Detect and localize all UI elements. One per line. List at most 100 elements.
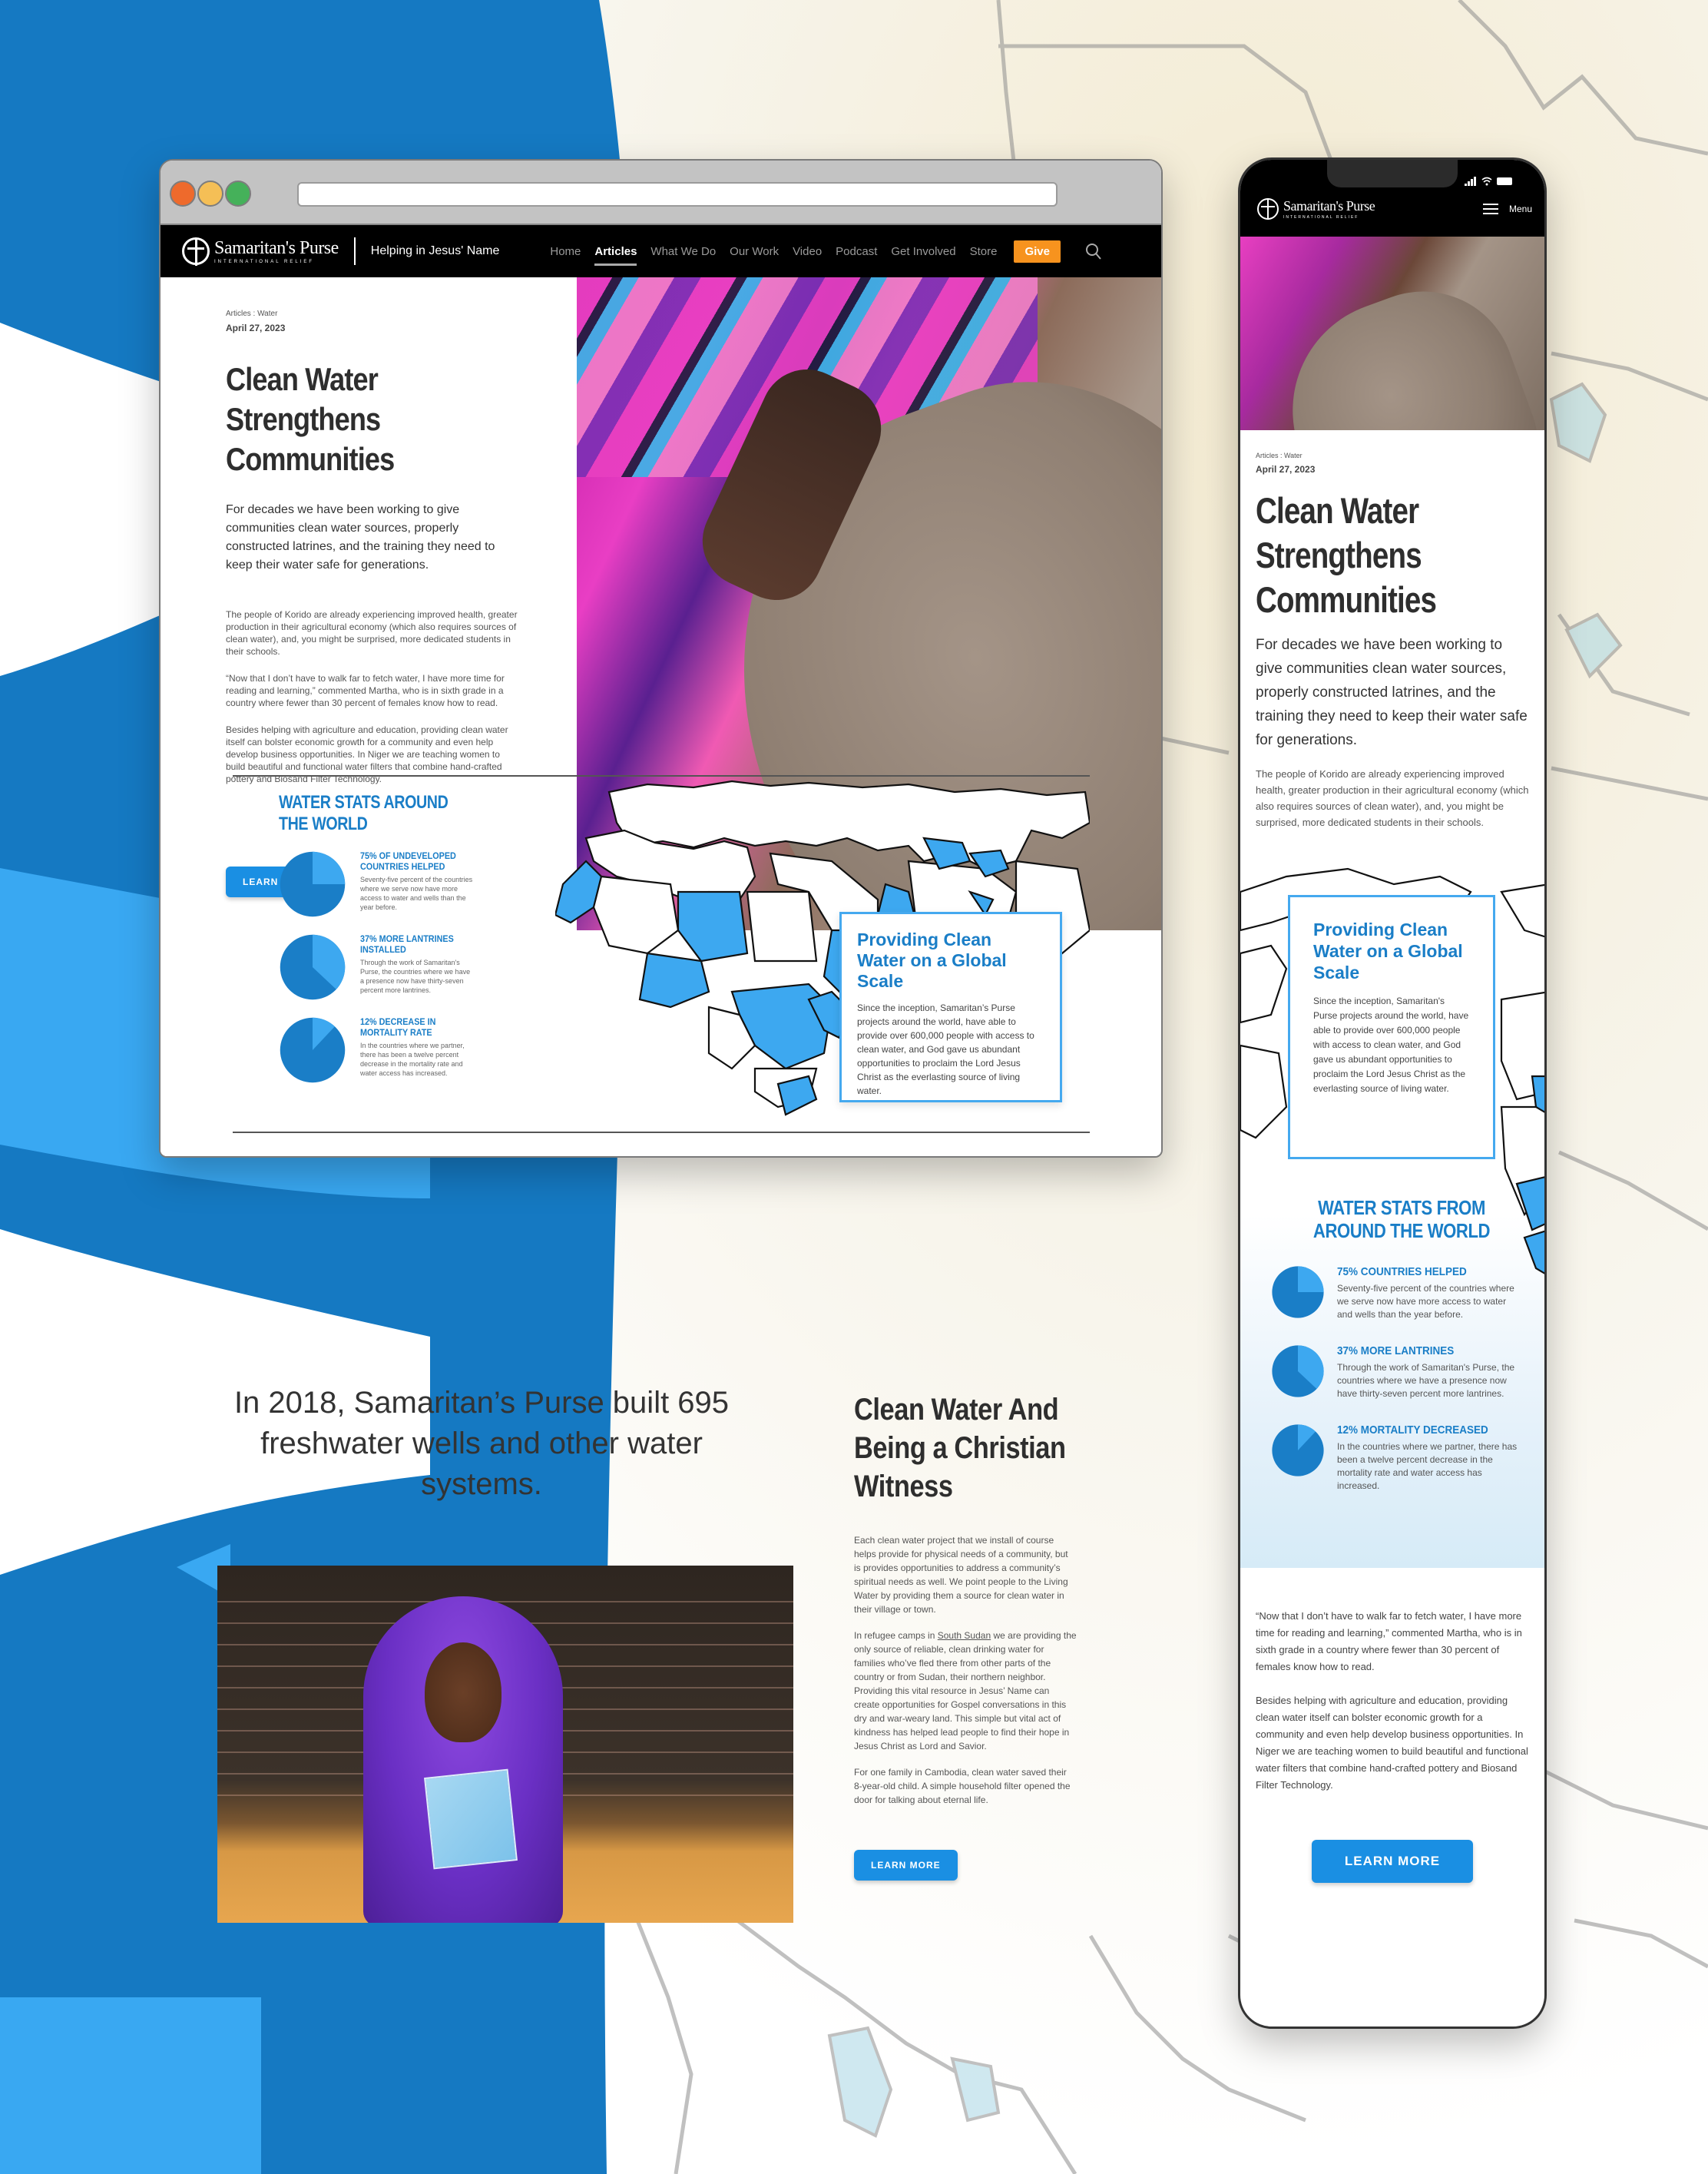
brand-subtitle: INTERNATIONAL RELIEF	[214, 259, 315, 264]
learn-more-button[interactable]: LEARN MORE	[854, 1850, 958, 1881]
page-title: Clean Water Strengthens Communities	[226, 361, 395, 477]
witness-paragraph: For one family in Cambodia, clean water …	[854, 1767, 1071, 1805]
article-body: The people of Korido are already experie…	[226, 608, 518, 785]
stat-description: In the countries where we partner, there…	[360, 1042, 465, 1077]
cross-logo-icon	[1257, 198, 1279, 220]
stat-pie-chart	[280, 851, 346, 917]
search-icon[interactable]	[1085, 243, 1102, 260]
close-window-button[interactable]	[170, 181, 196, 207]
signal-icon	[1465, 177, 1476, 186]
nav-store[interactable]: Store	[970, 245, 998, 258]
photo-pot	[1261, 265, 1544, 430]
browser-chrome	[161, 161, 1161, 225]
article-paragraph: “Now that I don’t have to walk far to fe…	[1256, 1610, 1522, 1672]
pie-base-slice	[1272, 1424, 1324, 1476]
status-bar	[1465, 177, 1512, 186]
brand-name: Samaritan's Purse	[214, 237, 339, 258]
stats-panel: WATER STATS AROUND THE WORLD 75% OF UNDE…	[279, 792, 486, 1084]
photo-books	[424, 1768, 518, 1870]
phone-map-section: Providing Clean Water on a Global Scale …	[1240, 861, 1544, 1568]
page-title: Clean Water Strengthens Communities	[1256, 490, 1437, 620]
article-paragraph: The people of Korido are already experie…	[1256, 768, 1529, 828]
pie-highlight-slice	[1298, 1266, 1324, 1292]
phone-header: Samaritan's Purse INTERNATIONAL RELIEF M…	[1240, 160, 1544, 237]
stat-heading: 37% MORE LANTRINES	[1337, 1344, 1455, 1357]
stat-pie-chart	[280, 934, 346, 1000]
stat-description: In the countries where we partner, there…	[1337, 1441, 1518, 1491]
nav-video[interactable]: Video	[793, 245, 822, 258]
nav-what-we-do[interactable]: What We Do	[650, 245, 716, 258]
witness-paragraph: Each clean water project that we install…	[854, 1535, 1068, 1615]
minimize-window-button[interactable]	[197, 181, 223, 207]
article-paragraph: “Now that I don’t have to walk far to fe…	[226, 673, 505, 708]
witness-section: Clean Water And Being a Christian Witnes…	[854, 1390, 1077, 1881]
hamburger-menu-icon[interactable]	[1482, 204, 1498, 214]
phone-article-continued: “Now that I don’t have to walk far to fe…	[1240, 1568, 1544, 1883]
menu-button[interactable]: Menu	[1509, 204, 1532, 214]
brand-name: Samaritan's Purse	[1283, 197, 1375, 214]
article-paragraph: The people of Korido are already experie…	[226, 609, 518, 657]
desktop-browser-mockup: Samaritan's Purse INTERNATIONAL RELIEF H…	[159, 159, 1163, 1158]
pie-highlight-slice	[313, 851, 346, 884]
stat-item: 37% MORE LANTRINES INSTALLED Through the…	[279, 933, 486, 1001]
brand-logo[interactable]: Samaritan's Purse INTERNATIONAL RELIEF	[1257, 198, 1375, 220]
water-stats-section: WATER STATS AROUND THE WORLD 75% OF UNDE…	[233, 775, 1090, 1133]
article-lede: For decades we have been working to give…	[1256, 637, 1528, 748]
south-sudan-link[interactable]: South Sudan	[938, 1630, 991, 1641]
battery-icon	[1497, 177, 1512, 185]
phone-hero-photo	[1240, 237, 1544, 430]
global-card-body: Since the inception, Samaritan's Purse p…	[1313, 996, 1469, 1094]
stat-description: Seventy-five percent of the countries wh…	[1337, 1283, 1514, 1320]
mobile-phone-mockup: Samaritan's Purse INTERNATIONAL RELIEF M…	[1238, 157, 1547, 2029]
nav-podcast[interactable]: Podcast	[836, 245, 877, 258]
phone-article: Articles : Water April 27, 2023 Clean Wa…	[1240, 430, 1544, 830]
stat-heading: 12% DECREASE IN MORTALITY RATE	[360, 1016, 436, 1038]
global-card-title: Providing Clean Water on a Global Scale	[857, 930, 1007, 991]
stat-item: 12% DECREASE IN MORTALITY RATE In the co…	[279, 1016, 486, 1084]
cross-logo-icon	[182, 237, 210, 266]
give-button[interactable]: Give	[1014, 240, 1061, 263]
address-bar[interactable]	[297, 182, 1058, 207]
global-card-title: Providing Clean Water on a Global Scale	[1313, 920, 1463, 983]
brand-subtitle: INTERNATIONAL RELIEF	[1283, 214, 1359, 220]
stats-panel: WATER STATS FROM AROUND THE WORLD 75% CO…	[1271, 1196, 1532, 1493]
breadcrumb[interactable]: Articles : Water	[226, 310, 577, 318]
wells-quote: In 2018, Samaritan’s Purse built 695 fre…	[233, 1386, 730, 1501]
stat-description: Through the work of Samaritan's Purse, t…	[1337, 1362, 1515, 1399]
tagline: Helping in Jesus' Name	[370, 244, 500, 257]
brand-logo[interactable]: Samaritan's Purse INTERNATIONAL RELIEF	[182, 237, 339, 266]
nav-divider	[353, 237, 356, 265]
stat-heading: 12% MORTALITY DECREASED	[1337, 1423, 1488, 1437]
nav-get-involved[interactable]: Get Involved	[891, 245, 955, 258]
witness-title: Clean Water And Being a Christian Witnes…	[854, 1393, 1066, 1503]
article-paragraph: Besides helping with agriculture and edu…	[1256, 1695, 1528, 1791]
student-photo	[217, 1566, 793, 1923]
learn-more-button[interactable]: LEARN MORE	[1312, 1840, 1473, 1883]
stats-title: WATER STATS AROUND THE WORLD	[279, 792, 449, 834]
stat-description: Seventy-five percent of the countries wh…	[360, 876, 473, 911]
stat-item: 75% COUNTRIES HELPED Seventy-five percen…	[1271, 1265, 1532, 1321]
photo-face	[425, 1642, 501, 1742]
stat-pie-chart	[1272, 1345, 1324, 1397]
stat-pie-chart	[1272, 1266, 1324, 1318]
stat-description: Through the work of Samaritan's Purse, t…	[360, 959, 471, 994]
site-header: Samaritan's Purse INTERNATIONAL RELIEF H…	[161, 225, 1161, 277]
photo-student	[363, 1596, 563, 1923]
global-card-body: Since the inception, Samaritan’s Purse p…	[857, 1002, 1034, 1096]
stat-item: 37% MORE LANTRINES Through the work of S…	[1271, 1344, 1532, 1400]
article-page: Articles : Water April 27, 2023 Clean Wa…	[161, 277, 1161, 1156]
article-date: April 27, 2023	[226, 323, 286, 333]
wifi-icon	[1481, 177, 1492, 186]
maximize-window-button[interactable]	[225, 181, 251, 207]
witness-paragraph: In refugee camps in South Sudan we are p…	[854, 1630, 1077, 1751]
global-scale-card: Providing Clean Water on a Global Scale …	[839, 912, 1062, 1102]
phone-notch	[1327, 160, 1458, 187]
global-scale-card: Providing Clean Water on a Global Scale …	[1288, 895, 1495, 1159]
stat-pie-chart	[1272, 1424, 1324, 1476]
stats-title: WATER STATS FROM AROUND THE WORLD	[1312, 1196, 1491, 1242]
nav-articles[interactable]: Articles	[594, 245, 637, 266]
nav-our-work[interactable]: Our Work	[730, 245, 779, 258]
nav-home[interactable]: Home	[550, 245, 581, 258]
breadcrumb[interactable]: Articles : Water	[1256, 452, 1529, 459]
stat-item: 12% MORTALITY DECREASED In the countries…	[1271, 1423, 1532, 1493]
